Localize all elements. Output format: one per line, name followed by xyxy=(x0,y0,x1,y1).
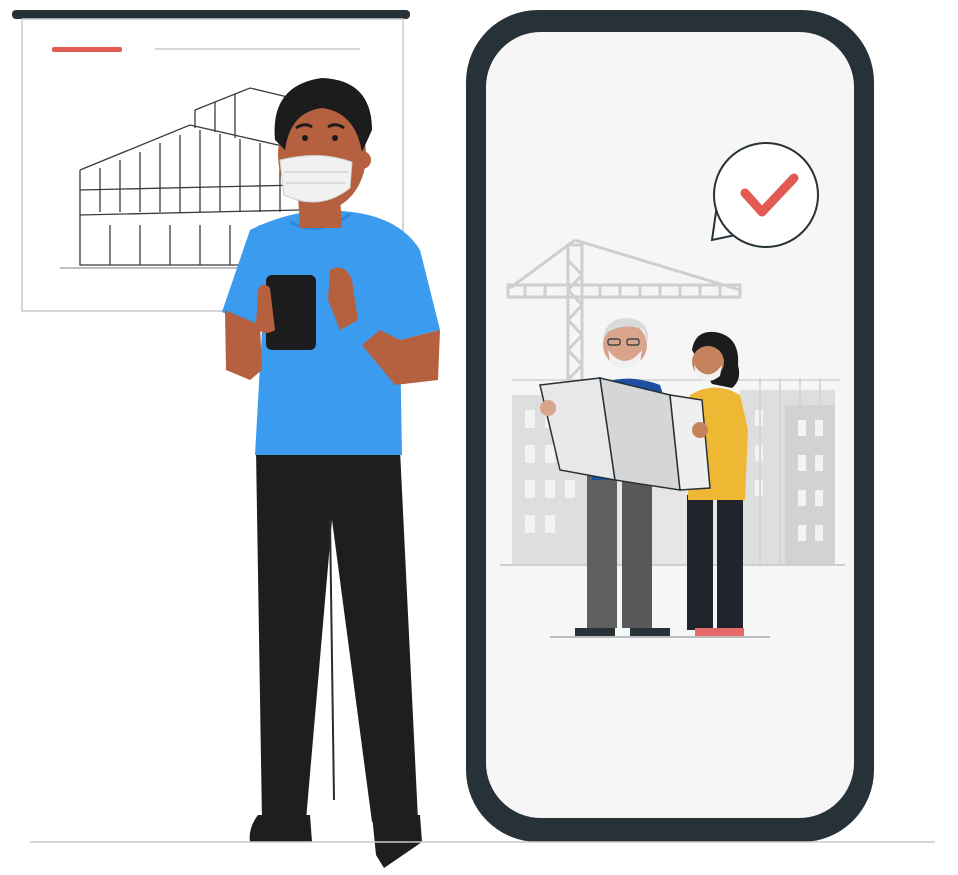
left-shoe xyxy=(249,815,312,842)
smartphone xyxy=(466,10,874,842)
checkmark-badge xyxy=(710,142,819,248)
illustration xyxy=(12,10,935,868)
man-phone xyxy=(266,275,316,350)
board-top-bar xyxy=(12,10,410,19)
man-pants xyxy=(256,450,418,822)
board-red-line xyxy=(52,47,122,52)
